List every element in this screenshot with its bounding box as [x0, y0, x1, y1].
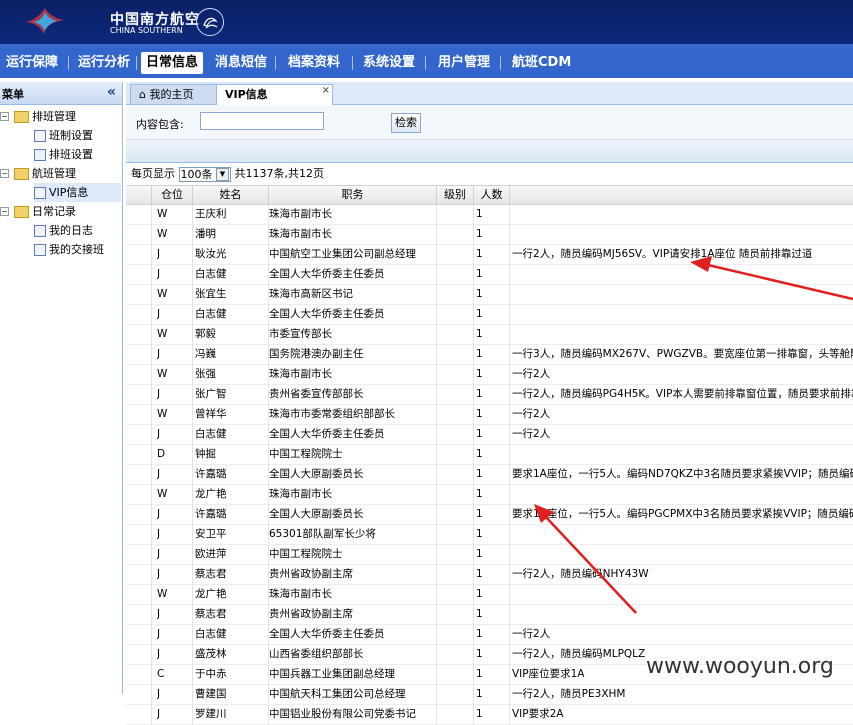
annotation-arrows	[534, 256, 853, 614]
red-arrow-icon	[534, 504, 637, 614]
cell-name: 罗建川	[195, 708, 227, 720]
watermark: www.wooyun.org	[646, 654, 834, 679]
cell-count: 1	[476, 708, 483, 720]
cell-seat: J	[157, 708, 161, 720]
cell-title: 中国铝业股份有限公司党委书记	[269, 708, 416, 720]
table-row[interactable]: J 罗建川 中国铝业股份有限公司党委书记 1 VIP要求2A	[126, 705, 853, 725]
cell-note: VIP要求2A	[512, 708, 564, 720]
red-arrow-icon	[690, 256, 853, 301]
